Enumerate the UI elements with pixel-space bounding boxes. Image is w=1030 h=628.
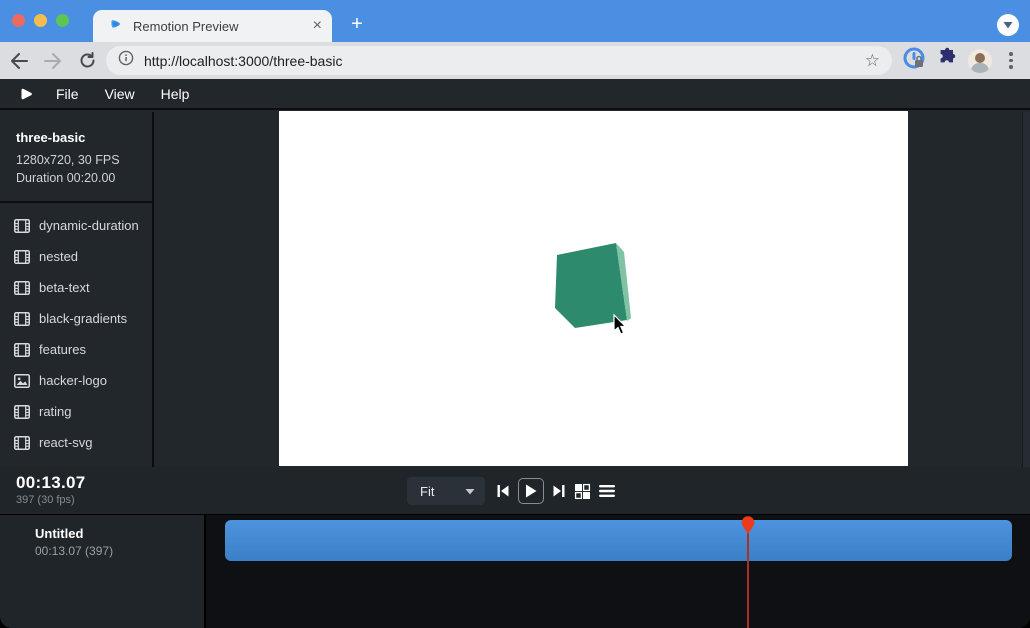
composition-list: dynamic-duration nested bbox=[0, 203, 152, 458]
composition-label: react-svg bbox=[39, 435, 92, 450]
browser-menu-icon[interactable] bbox=[1002, 52, 1020, 69]
reload-button[interactable] bbox=[72, 46, 102, 76]
forward-button[interactable] bbox=[38, 46, 68, 76]
jump-to-start-button[interactable] bbox=[495, 483, 511, 499]
chevron-down-icon bbox=[1003, 21, 1013, 29]
image-icon bbox=[14, 374, 30, 388]
scrollbar-track[interactable] bbox=[1022, 112, 1030, 467]
chevron-down-icon bbox=[465, 488, 475, 495]
composition-label: dynamic-duration bbox=[39, 218, 139, 233]
film-icon bbox=[14, 219, 30, 233]
profile-avatar[interactable] bbox=[968, 49, 992, 73]
play-button[interactable] bbox=[518, 478, 544, 504]
three-scene bbox=[279, 111, 908, 466]
timecode-display: 00:13.07 bbox=[16, 473, 86, 493]
transparency-checkerboard-button[interactable] bbox=[574, 483, 591, 500]
close-tab-icon[interactable]: × bbox=[313, 18, 322, 34]
timeline-menu-button[interactable] bbox=[598, 484, 616, 498]
extensions-puzzle-icon[interactable] bbox=[936, 47, 958, 74]
composition-specs: 1280x720, 30 FPS bbox=[16, 151, 152, 169]
timeline-track-panel: Untitled 00:13.07 (397) bbox=[0, 515, 206, 628]
browser-titlebar: Remotion Preview × + bbox=[0, 0, 1030, 42]
sidebar-item-nested[interactable]: nested bbox=[0, 241, 152, 272]
composition-name: three-basic bbox=[16, 130, 152, 145]
transport-controls bbox=[495, 477, 616, 505]
timeline: Untitled 00:13.07 (397) bbox=[0, 515, 1030, 628]
sidebar-item-beta-text[interactable]: beta-text bbox=[0, 272, 152, 303]
remotion-favicon-icon bbox=[109, 17, 123, 36]
frame-info: 397 (30 fps) bbox=[16, 494, 75, 506]
preview-canvas[interactable] bbox=[279, 111, 908, 466]
film-icon bbox=[14, 436, 30, 450]
sidebar-item-features[interactable]: features bbox=[0, 334, 152, 365]
composition-label: beta-text bbox=[39, 280, 90, 295]
browser-window: Remotion Preview × + http://localhost:30… bbox=[0, 0, 1030, 628]
remotion-logo-icon bbox=[18, 86, 34, 102]
timeline-track-bar[interactable] bbox=[225, 520, 1012, 561]
tab-title: Remotion Preview bbox=[133, 19, 313, 34]
sidebar-item-hacker-logo[interactable]: hacker-logo bbox=[0, 365, 152, 396]
composition-info: three-basic 1280x720, 30 FPS Duration 00… bbox=[0, 112, 152, 187]
film-icon bbox=[14, 312, 30, 326]
close-window-button[interactable] bbox=[12, 14, 25, 27]
avatar-head bbox=[975, 53, 985, 63]
address-bar[interactable]: http://localhost:3000/three-basic ☆ bbox=[106, 46, 892, 75]
zoom-window-button[interactable] bbox=[56, 14, 69, 27]
sidebar-item-rating[interactable]: rating bbox=[0, 396, 152, 427]
film-icon bbox=[14, 405, 30, 419]
bookmark-star-icon[interactable]: ☆ bbox=[865, 52, 880, 69]
composition-label: black-gradients bbox=[39, 311, 127, 326]
tab-search-button[interactable] bbox=[997, 14, 1019, 36]
jump-to-end-button[interactable] bbox=[551, 483, 567, 499]
composition-label: hacker-logo bbox=[39, 373, 107, 388]
playhead-handle[interactable] bbox=[740, 516, 756, 540]
avatar-body bbox=[971, 63, 989, 73]
sidebar-item-black-gradients[interactable]: black-gradients bbox=[0, 303, 152, 334]
playback-controls-bar: 00:13.07 397 (30 fps) Fit bbox=[0, 467, 1030, 515]
cube-front-face bbox=[555, 243, 627, 328]
track-time: 00:13.07 (397) bbox=[35, 544, 113, 558]
main-area: three-basic 1280x720, 30 FPS Duration 00… bbox=[0, 112, 1030, 467]
composition-label: nested bbox=[39, 249, 78, 264]
menu-file[interactable]: File bbox=[56, 86, 79, 102]
film-icon bbox=[14, 281, 30, 295]
composition-label: features bbox=[39, 342, 86, 357]
menu-help[interactable]: Help bbox=[161, 86, 190, 102]
menu-view[interactable]: View bbox=[105, 86, 135, 102]
minimize-window-button[interactable] bbox=[34, 14, 47, 27]
sidebar-item-react-svg[interactable]: react-svg bbox=[0, 427, 152, 458]
film-icon bbox=[14, 250, 30, 264]
back-button[interactable] bbox=[4, 46, 34, 76]
new-tab-button[interactable]: + bbox=[344, 12, 370, 38]
extension-area bbox=[902, 42, 1030, 79]
url-text[interactable]: http://localhost:3000/three-basic bbox=[144, 53, 865, 69]
app-menubar: File View Help bbox=[0, 79, 1030, 110]
sidebar: three-basic 1280x720, 30 FPS Duration 00… bbox=[0, 112, 154, 467]
film-icon bbox=[14, 343, 30, 357]
size-select[interactable]: Fit bbox=[407, 477, 485, 505]
browser-tab[interactable]: Remotion Preview × bbox=[93, 10, 332, 42]
sidebar-item-dynamic-duration[interactable]: dynamic-duration bbox=[0, 210, 152, 241]
size-select-value: Fit bbox=[420, 484, 465, 499]
track-name: Untitled bbox=[35, 526, 83, 541]
site-info-icon[interactable] bbox=[118, 50, 134, 71]
composition-label: rating bbox=[39, 404, 72, 419]
password-manager-extension-icon[interactable] bbox=[902, 46, 926, 75]
composition-duration: Duration 00:20.00 bbox=[16, 169, 152, 187]
